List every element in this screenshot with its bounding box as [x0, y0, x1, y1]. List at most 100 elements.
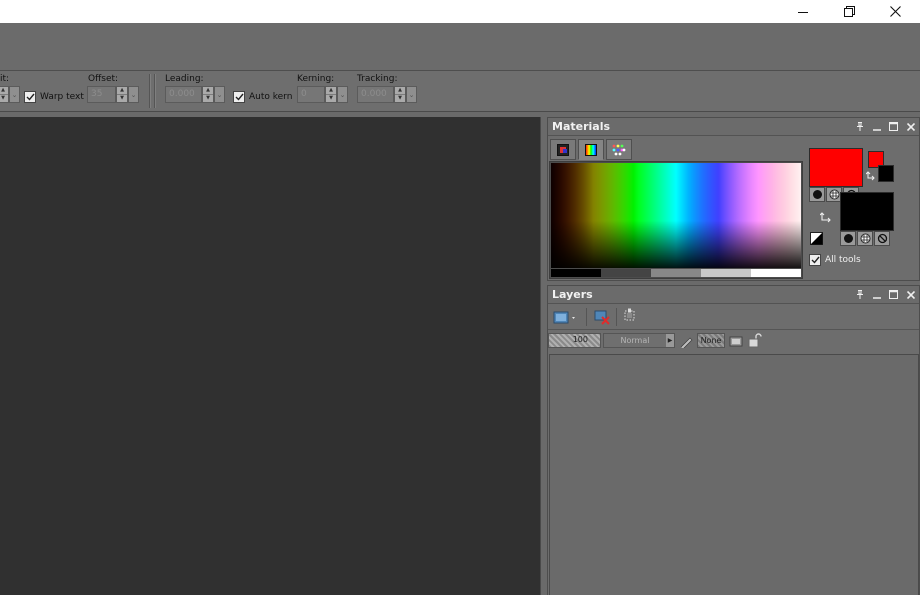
- arrow-up-icon: ▲: [206, 87, 210, 93]
- leading-label: Leading:: [165, 74, 204, 84]
- chevron-down-icon[interactable]: ⌄: [128, 86, 139, 103]
- minimize-icon[interactable]: [868, 118, 885, 136]
- delete-layer-icon: [594, 310, 610, 325]
- all-tools-label: All tools: [825, 255, 861, 265]
- chevron-down-icon[interactable]: ⌄: [214, 86, 225, 103]
- maximize-icon[interactable]: [885, 286, 902, 304]
- pin-icon[interactable]: [851, 118, 868, 136]
- unlock-icon: [748, 332, 762, 347]
- offset-field[interactable]: 35: [87, 86, 116, 103]
- auto-kern-label: Auto kern: [249, 92, 293, 102]
- swap-colors-icon[interactable]: [865, 171, 876, 181]
- materials-title: Materials: [552, 120, 611, 133]
- materials-palette: Materials All tools: [547, 117, 920, 281]
- auto-kern-checkbox[interactable]: [233, 91, 245, 103]
- pattern-icon: [860, 233, 870, 244]
- bg-pattern-mode-button[interactable]: [857, 231, 873, 246]
- minimize-icon[interactable]: [868, 286, 885, 304]
- maximize-icon[interactable]: [885, 118, 902, 136]
- foreground-color-swatch[interactable]: [809, 148, 863, 187]
- layers-title: Layers: [552, 288, 593, 301]
- close-icon[interactable]: [902, 286, 919, 304]
- menu-strip: [0, 23, 920, 71]
- chevron-down-icon[interactable]: ⌄: [337, 86, 348, 103]
- layers-toolbar-separator: [616, 308, 617, 326]
- bg-transparent-button[interactable]: [874, 231, 890, 246]
- tab-frame-palette[interactable]: [550, 139, 576, 160]
- arrow-down-icon: ▼: [117, 94, 127, 102]
- color-spectrum-picker[interactable]: [549, 161, 803, 279]
- fg-color-mode-button[interactable]: [809, 187, 825, 202]
- leading-spin-arrows[interactable]: ▲ ▼: [202, 86, 214, 103]
- arrow-up-icon: ▲: [398, 87, 402, 93]
- opacity-value: 100: [572, 335, 588, 344]
- kerning-spin-arrows[interactable]: ▲ ▼: [325, 86, 337, 103]
- new-layer-button[interactable]: [552, 308, 580, 326]
- tracking-label: Tracking:: [357, 74, 398, 84]
- mask-dropdown[interactable]: None: [697, 333, 725, 348]
- unit-spinbox[interactable]: ▲ ▼ ⌄: [0, 86, 20, 103]
- canvas-workspace[interactable]: [0, 117, 541, 595]
- layers-toolbar: [548, 304, 919, 330]
- minimize-button[interactable]: [780, 0, 826, 23]
- restore-icon: [843, 6, 855, 17]
- checkmark-icon: [811, 256, 820, 264]
- offset-spinbox[interactable]: 35 ▲ ▼ ⌄: [87, 86, 139, 103]
- layers-palette: Layers 100 Normal ▶ None: [547, 285, 920, 595]
- link-mask-button[interactable]: [679, 333, 695, 349]
- materials-title-bar: Materials: [548, 118, 919, 136]
- tab-rainbow-palette[interactable]: [578, 139, 604, 160]
- tool-options-bar: it: ▲ ▼ ⌄ Warp text Offset: 35 ▲ ▼ ⌄ Leadi…: [0, 71, 920, 112]
- toolbar-separator: [149, 74, 151, 108]
- tracking-field[interactable]: 0.000: [357, 86, 394, 103]
- arrow-down-icon: ▼: [0, 94, 8, 102]
- kerning-spinbox[interactable]: 0 ▲ ▼ ⌄: [297, 86, 348, 103]
- chevron-down-icon[interactable]: ⌄: [9, 86, 20, 103]
- pin-icon[interactable]: [851, 286, 868, 304]
- close-button[interactable]: [872, 0, 918, 23]
- checkmark-icon: [26, 93, 35, 101]
- all-tools-checkbox[interactable]: [809, 254, 821, 266]
- close-icon[interactable]: [902, 118, 919, 136]
- minimize-icon: [798, 11, 808, 13]
- delete-layer-button[interactable]: [592, 308, 612, 326]
- leading-field[interactable]: 0.000: [165, 86, 202, 103]
- layers-list[interactable]: [549, 354, 919, 595]
- swatches-palette-icon: [612, 144, 626, 155]
- warp-text-checkbox[interactable]: [24, 91, 36, 103]
- grayscale-strip[interactable]: [551, 269, 801, 277]
- layers-toolbar-separator: [586, 308, 587, 326]
- opacity-slider[interactable]: 100: [548, 333, 601, 348]
- bg-color-mode-button[interactable]: [840, 231, 856, 246]
- tab-swatches-palette[interactable]: [606, 139, 632, 160]
- checkmark-icon: [235, 93, 244, 101]
- tracking-spinbox[interactable]: 0.000 ▲ ▼ ⌄: [357, 86, 417, 103]
- kerning-field[interactable]: 0: [297, 86, 325, 103]
- chevron-right-icon: ▶: [666, 334, 674, 347]
- reset-colors-icon[interactable]: [810, 232, 823, 245]
- arrow-down-icon: ▼: [395, 94, 405, 102]
- background-color-swatch[interactable]: [840, 192, 894, 231]
- offset-spin-arrows[interactable]: ▲ ▼: [116, 86, 128, 103]
- blend-mode-dropdown[interactable]: Normal ▶: [603, 333, 675, 348]
- group-layer-button[interactable]: [728, 333, 744, 349]
- bg-small-swatch[interactable]: [878, 165, 894, 182]
- brush-icon: [680, 337, 693, 348]
- layer-properties-button[interactable]: [620, 307, 640, 325]
- toolbar-separator: [154, 74, 156, 108]
- lock-layer-button[interactable]: [747, 332, 763, 348]
- unit-spin-arrows[interactable]: ▲ ▼: [0, 86, 9, 103]
- spectrum-gradient[interactable]: [551, 163, 801, 268]
- layers-title-bar: Layers: [548, 286, 919, 304]
- leading-spinbox[interactable]: 0.000 ▲ ▼ ⌄: [165, 86, 225, 103]
- window-title-bar: [0, 0, 920, 23]
- tracking-spin-arrows[interactable]: ▲ ▼: [394, 86, 406, 103]
- arrow-down-icon: ▼: [326, 94, 336, 102]
- offset-label: Offset:: [88, 74, 119, 84]
- restore-button[interactable]: [826, 0, 872, 23]
- arrow-up-icon: ▲: [120, 87, 124, 93]
- chevron-down-icon[interactable]: ⌄: [406, 86, 417, 103]
- layer-group-icon: [729, 336, 742, 347]
- swap-colors-icon[interactable]: [819, 212, 832, 224]
- rainbow-palette-icon: [585, 143, 597, 156]
